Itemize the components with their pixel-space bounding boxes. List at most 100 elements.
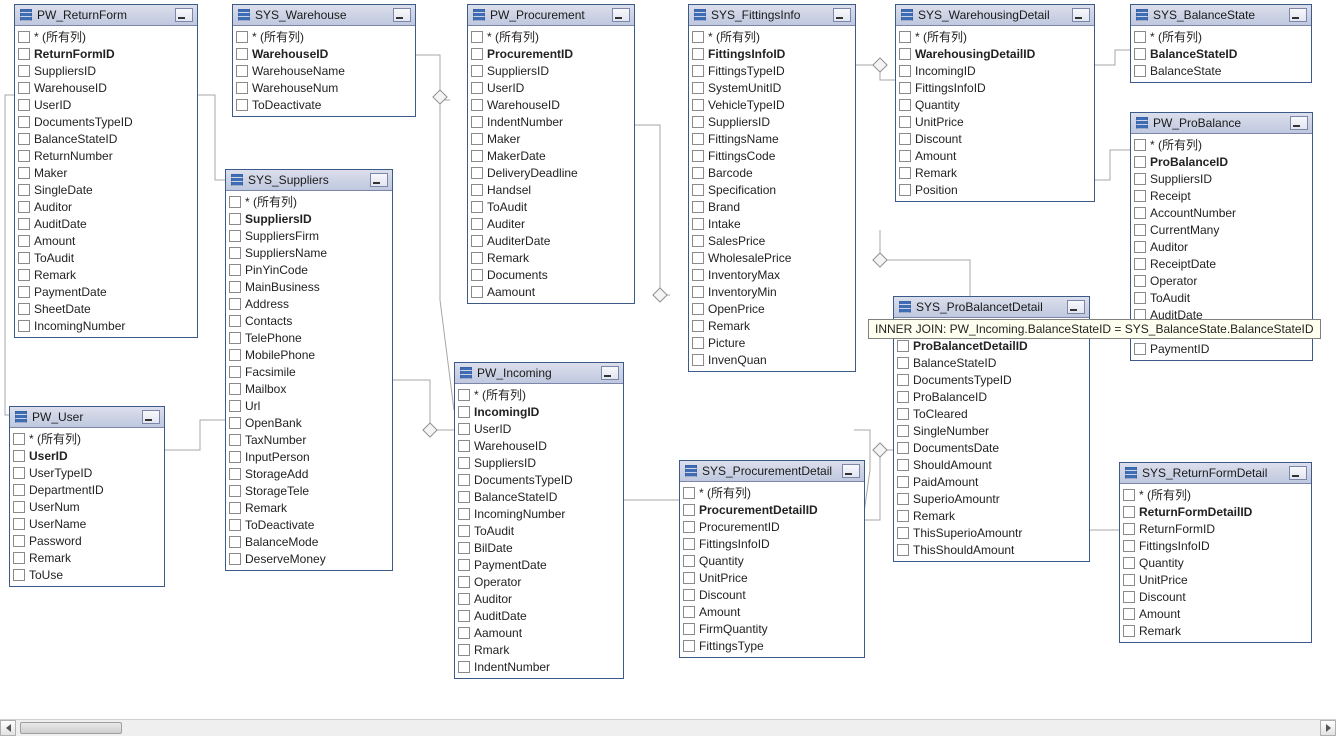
- checkbox[interactable]: [236, 65, 248, 77]
- column-row[interactable]: BalanceStateID: [18, 130, 194, 147]
- checkbox[interactable]: [458, 440, 470, 452]
- column-all-row[interactable]: * (所有列): [458, 386, 620, 403]
- checkbox[interactable]: [229, 349, 241, 361]
- checkbox[interactable]: [229, 519, 241, 531]
- table-header[interactable]: SYS_Warehouse: [233, 5, 415, 26]
- column-all-row[interactable]: * (所有列): [899, 28, 1091, 45]
- checkbox[interactable]: [1134, 156, 1146, 168]
- checkbox[interactable]: [1134, 173, 1146, 185]
- column-row[interactable]: OpenPrice: [692, 300, 852, 317]
- column-row[interactable]: FittingsInfoID: [692, 45, 852, 62]
- column-row[interactable]: UserID: [471, 79, 631, 96]
- checkbox[interactable]: [897, 510, 909, 522]
- checkbox[interactable]: [13, 552, 25, 564]
- column-row[interactable]: WarehouseName: [236, 62, 412, 79]
- checkbox[interactable]: [899, 116, 911, 128]
- table-window[interactable]: PW_Procurement* (所有列)ProcurementIDSuppli…: [467, 4, 635, 304]
- column-row[interactable]: Maker: [471, 130, 631, 147]
- column-row[interactable]: BilDate: [458, 539, 620, 556]
- column-row[interactable]: PaymentDate: [458, 556, 620, 573]
- column-row[interactable]: StorageTele: [229, 482, 389, 499]
- checkbox[interactable]: [229, 553, 241, 565]
- checkbox[interactable]: [471, 133, 483, 145]
- checkbox[interactable]: [18, 48, 30, 60]
- column-all-row[interactable]: * (所有列): [13, 430, 161, 447]
- column-row[interactable]: ProBalanceID: [897, 388, 1086, 405]
- minimize-button[interactable]: [1067, 300, 1085, 314]
- checkbox[interactable]: [229, 264, 241, 276]
- column-row[interactable]: Discount: [683, 586, 861, 603]
- column-row[interactable]: ToUse: [13, 566, 161, 583]
- checkbox[interactable]: [229, 230, 241, 242]
- checkbox[interactable]: [471, 286, 483, 298]
- checkbox[interactable]: [458, 627, 470, 639]
- checkbox[interactable]: [899, 150, 911, 162]
- column-row[interactable]: SuperioAmountr: [897, 490, 1086, 507]
- checkbox[interactable]: [18, 99, 30, 111]
- checkbox[interactable]: [1123, 489, 1135, 501]
- checkbox[interactable]: [692, 150, 704, 162]
- column-row[interactable]: IncomingNumber: [458, 505, 620, 522]
- column-row[interactable]: UnitPrice: [899, 113, 1091, 130]
- column-row[interactable]: UserID: [458, 420, 620, 437]
- checkbox[interactable]: [458, 610, 470, 622]
- column-row[interactable]: Contacts: [229, 312, 389, 329]
- checkbox[interactable]: [471, 116, 483, 128]
- checkbox[interactable]: [897, 340, 909, 352]
- checkbox[interactable]: [1134, 241, 1146, 253]
- minimize-button[interactable]: [833, 8, 851, 22]
- checkbox[interactable]: [1134, 31, 1146, 43]
- column-row[interactable]: Quantity: [683, 552, 861, 569]
- checkbox[interactable]: [1134, 190, 1146, 202]
- column-row[interactable]: BalanceStateID: [458, 488, 620, 505]
- checkbox[interactable]: [18, 82, 30, 94]
- column-row[interactable]: SingleNumber: [897, 422, 1086, 439]
- checkbox[interactable]: [1123, 506, 1135, 518]
- column-row[interactable]: DepartmentID: [13, 481, 161, 498]
- column-row[interactable]: WarehouseID: [471, 96, 631, 113]
- checkbox[interactable]: [471, 269, 483, 281]
- diagram-canvas[interactable]: INNER JOIN: PW_Incoming.BalanceStateID =…: [0, 0, 1336, 720]
- checkbox[interactable]: [471, 65, 483, 77]
- column-row[interactable]: BalanceMode: [229, 533, 389, 550]
- checkbox[interactable]: [236, 48, 248, 60]
- checkbox[interactable]: [683, 521, 695, 533]
- column-row[interactable]: Remark: [899, 164, 1091, 181]
- column-row[interactable]: FittingsCode: [692, 147, 852, 164]
- checkbox[interactable]: [18, 201, 30, 213]
- checkbox[interactable]: [1134, 224, 1146, 236]
- column-row[interactable]: DeserveMoney: [229, 550, 389, 567]
- table-window[interactable]: SYS_Suppliers* (所有列)SuppliersIDSuppliers…: [225, 169, 393, 571]
- checkbox[interactable]: [1134, 139, 1146, 151]
- column-row[interactable]: WarehouseID: [18, 79, 194, 96]
- column-row[interactable]: PaymentID: [1134, 340, 1309, 357]
- checkbox[interactable]: [1134, 343, 1146, 355]
- column-row[interactable]: ToAudit: [1134, 289, 1309, 306]
- checkbox[interactable]: [1123, 574, 1135, 586]
- checkbox[interactable]: [18, 303, 30, 315]
- checkbox[interactable]: [18, 320, 30, 332]
- checkbox[interactable]: [692, 354, 704, 366]
- checkbox[interactable]: [683, 640, 695, 652]
- table-header[interactable]: SYS_BalanceState: [1131, 5, 1311, 26]
- column-row[interactable]: SuppliersID: [229, 210, 389, 227]
- checkbox[interactable]: [692, 201, 704, 213]
- column-row[interactable]: Quantity: [899, 96, 1091, 113]
- checkbox[interactable]: [471, 235, 483, 247]
- table-header[interactable]: SYS_ReturnFormDetail: [1120, 463, 1311, 484]
- column-row[interactable]: UserNum: [13, 498, 161, 515]
- column-all-row[interactable]: * (所有列): [692, 28, 852, 45]
- column-row[interactable]: Remark: [229, 499, 389, 516]
- column-row[interactable]: Discount: [1123, 588, 1308, 605]
- checkbox[interactable]: [1134, 207, 1146, 219]
- column-all-row[interactable]: * (所有列): [683, 484, 861, 501]
- column-row[interactable]: Amount: [18, 232, 194, 249]
- column-row[interactable]: Amount: [899, 147, 1091, 164]
- column-row[interactable]: ShouldAmount: [897, 456, 1086, 473]
- column-row[interactable]: Password: [13, 532, 161, 549]
- checkbox[interactable]: [1134, 258, 1146, 270]
- column-row[interactable]: Discount: [899, 130, 1091, 147]
- column-row[interactable]: Brand: [692, 198, 852, 215]
- checkbox[interactable]: [471, 201, 483, 213]
- table-window[interactable]: SYS_Warehouse* (所有列)WarehouseIDWarehouse…: [232, 4, 416, 117]
